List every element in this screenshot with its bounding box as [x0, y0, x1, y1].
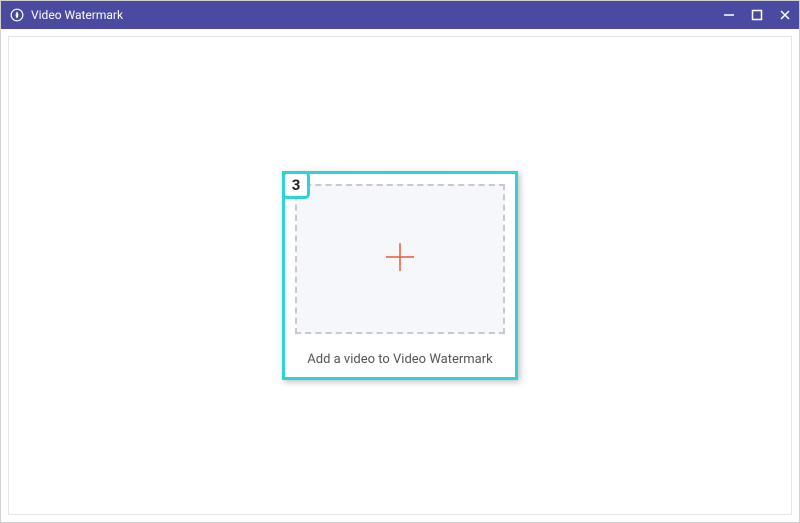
video-dropzone[interactable]	[295, 184, 505, 334]
step-highlight: 3 Add a video to Video Watermark	[282, 171, 518, 380]
app-title: Video Watermark	[31, 8, 123, 22]
close-button[interactable]	[779, 9, 791, 21]
app-window: Video Watermark 3	[0, 0, 800, 523]
plus-icon	[382, 239, 418, 279]
minimize-button[interactable]	[723, 9, 735, 21]
app-icon	[9, 7, 25, 23]
content-area: 3 Add a video to Video Watermark	[8, 36, 792, 515]
dropzone-caption: Add a video to Video Watermark	[295, 352, 505, 367]
titlebar: Video Watermark	[1, 1, 799, 29]
titlebar-left: Video Watermark	[9, 7, 123, 23]
step-badge: 3	[282, 171, 310, 199]
maximize-button[interactable]	[751, 9, 763, 21]
window-controls	[723, 9, 791, 21]
